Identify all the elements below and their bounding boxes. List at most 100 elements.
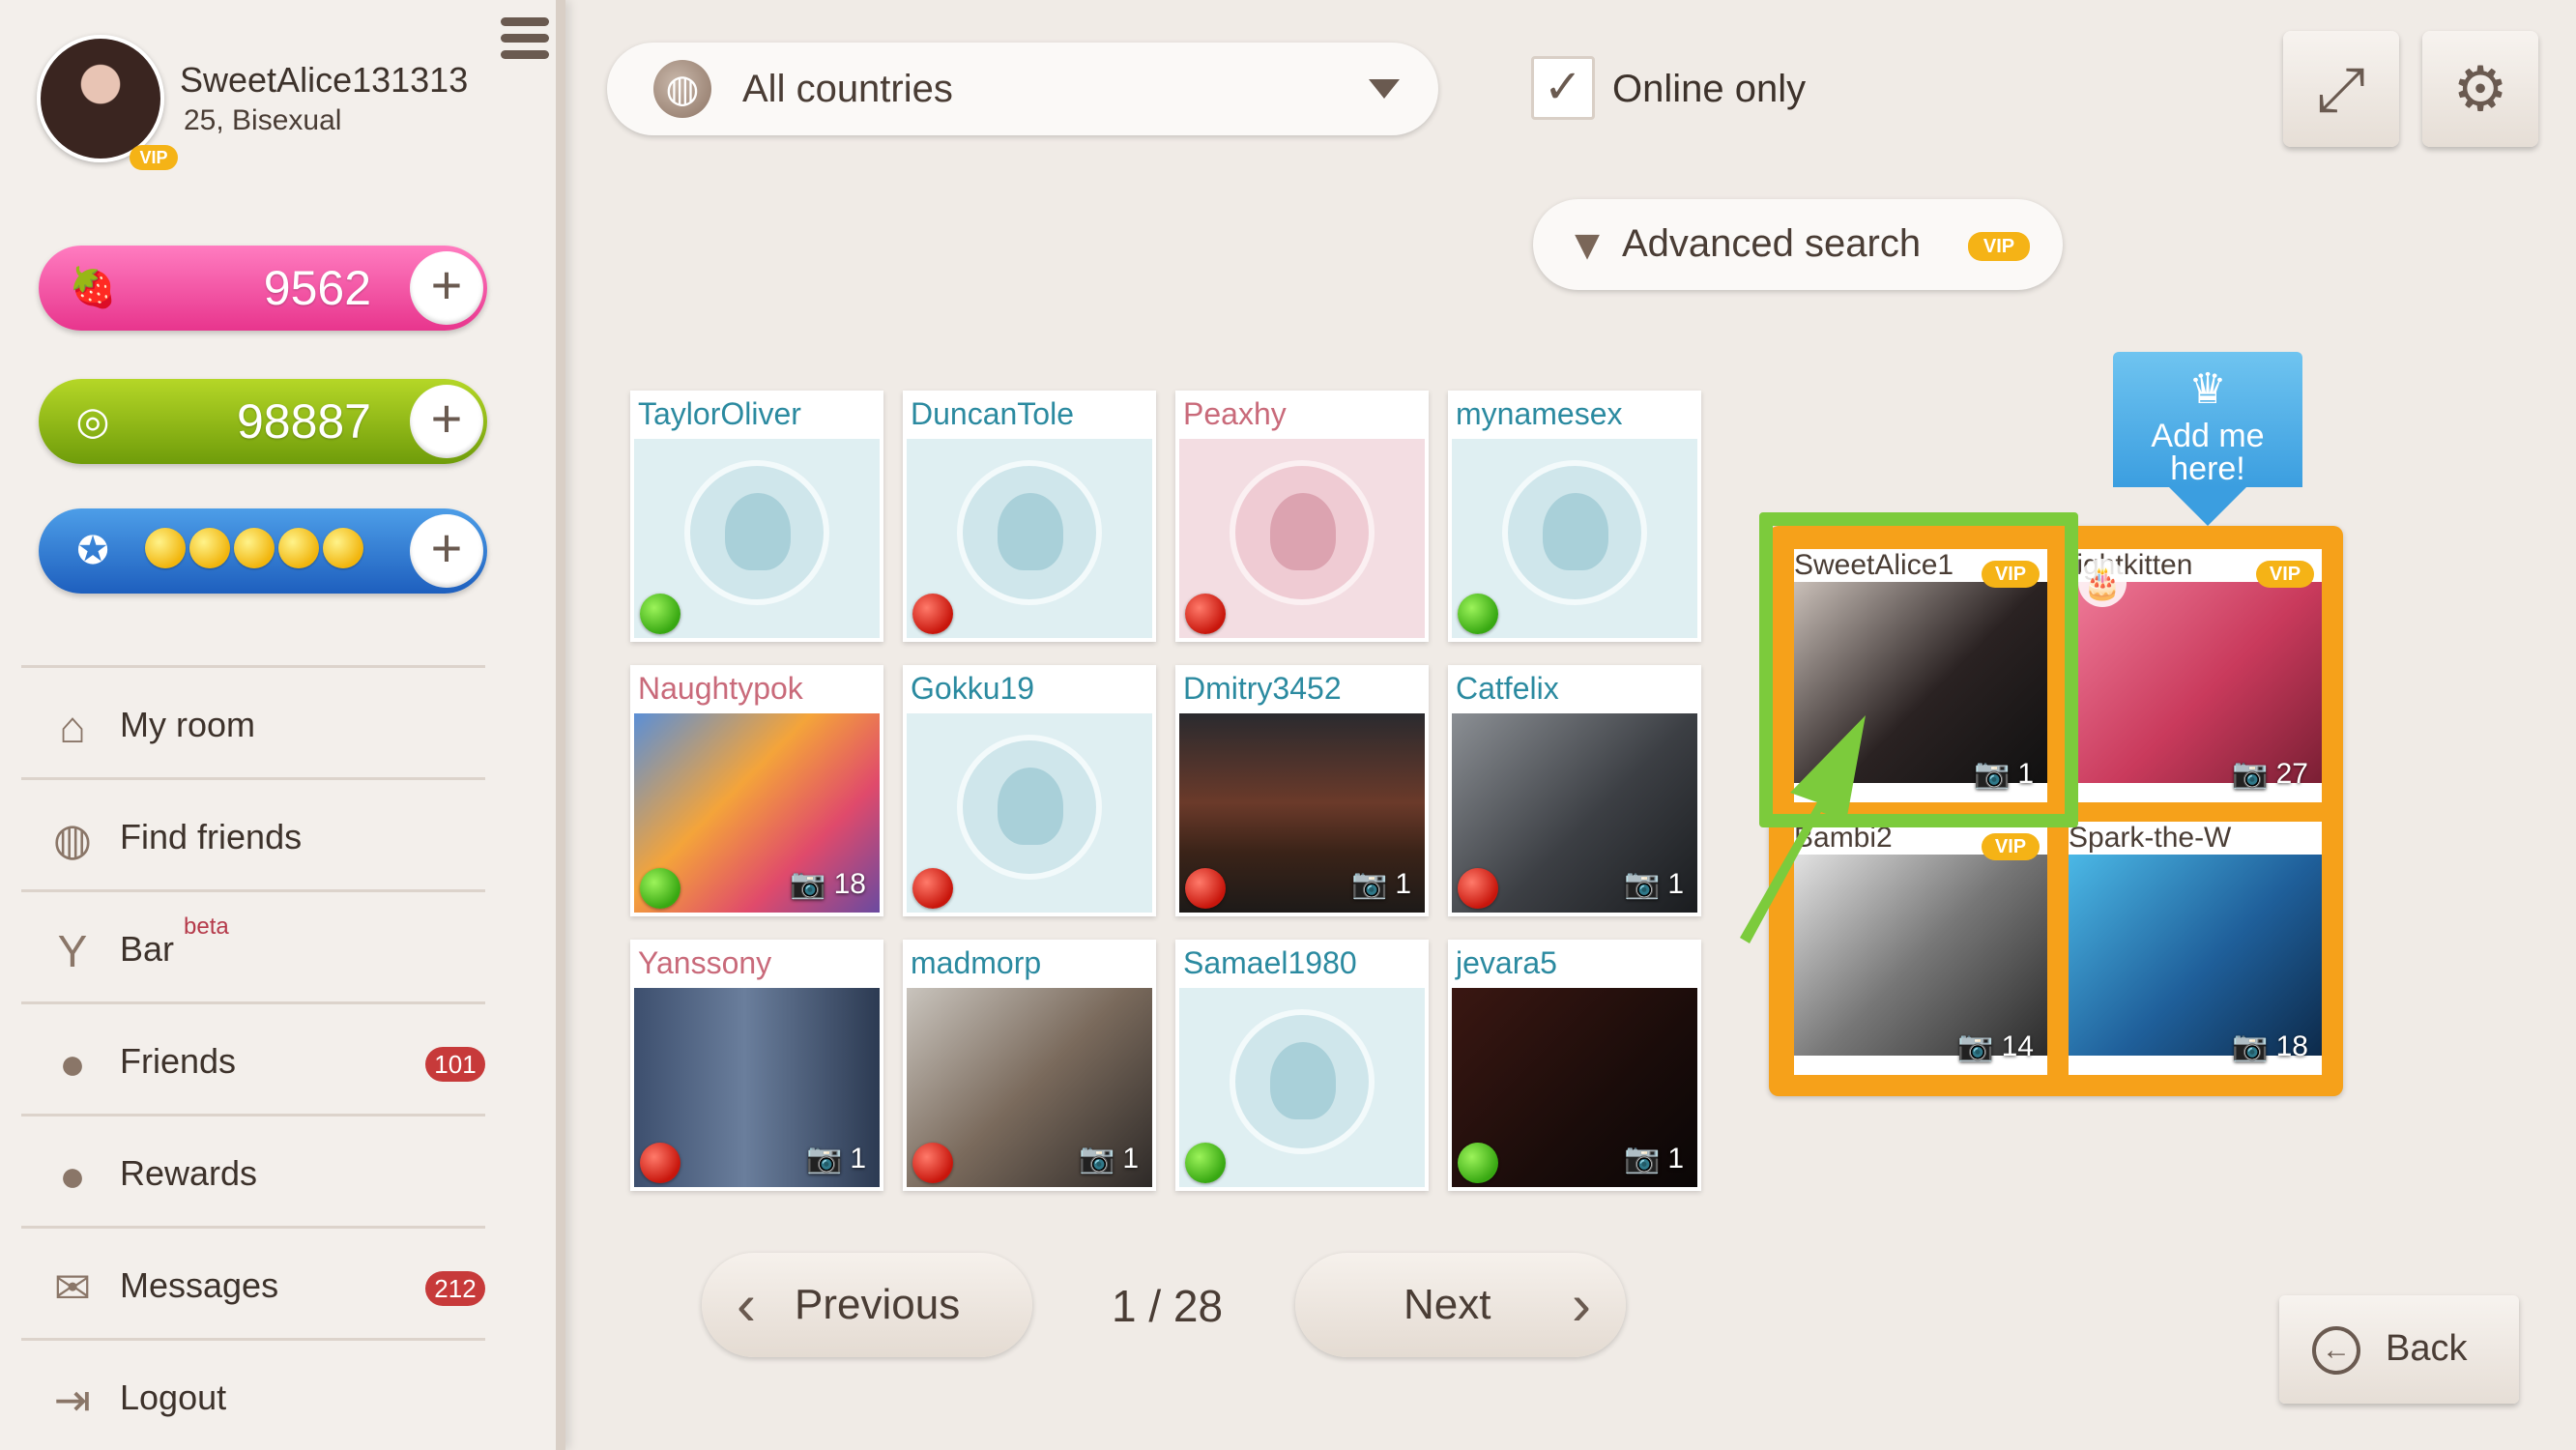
coin-balance: ◎ 98887 + [39,379,487,464]
user-card[interactable]: DuncanTole [903,391,1156,642]
silhouette-icon [957,460,1102,605]
previous-page-button[interactable]: ‹ Previous [702,1253,1032,1357]
nav-item-rewards[interactable]: ● Rewards [21,1114,485,1226]
nav-label: Rewards [120,1153,258,1193]
chevron-left-icon: ‹ [737,1272,756,1337]
user-card[interactable]: Peaxhy [1175,391,1429,642]
house-icon: ⌂ [59,702,86,752]
avatar-placeholder [1452,439,1697,638]
envelope-icon: ✉ [53,1262,92,1313]
nav-label: Friends [120,1041,237,1081]
previous-label: Previous [795,1281,961,1328]
next-label: Next [1404,1281,1491,1328]
user-grid: TaylorOliver DuncanTole Peaxhy mynamesex… [630,391,1703,1199]
online-only-label[interactable]: Online only [1612,68,1806,111]
nav-label: Logout [120,1378,227,1417]
featured-user-card[interactable]: tightkitten VIP 🎂 📷 27 [2069,549,2322,802]
photo-count: 📷 1 [1623,868,1684,900]
photo-count: 📷 14 [1957,1030,2034,1062]
avatar[interactable] [37,35,164,162]
photo-count: 📷 1 [1623,1143,1684,1174]
expand-icon: ⤢ [2316,54,2366,124]
nav-label: Find friends [120,817,303,856]
advanced-search-label: Advanced search [1622,222,1922,265]
add-strawberries-button[interactable]: + [410,251,483,325]
user-card[interactable]: TaylorOliver [630,391,883,642]
online-status-icon [1185,1143,1226,1183]
back-arrow-icon: ← [2312,1326,2360,1375]
vip-badge: VIP [2256,561,2314,588]
camera-icon: 📷 [790,868,826,900]
add-me-here-button[interactable]: ♛ Add me here! [2113,352,2302,526]
user-card[interactable]: madmorp 📷 1 [903,940,1156,1191]
user-photo: 📷 1 [634,988,880,1187]
silhouette-icon [684,460,829,605]
user-card[interactable]: jevara5 📷 1 [1448,940,1701,1191]
next-page-button[interactable]: Next › [1295,1253,1626,1357]
nav-item-my-room[interactable]: ⌂ My room [21,665,485,777]
advanced-search-button[interactable]: ▼ Advanced search VIP [1533,199,2063,290]
user-card[interactable]: Samael1980 [1175,940,1429,1191]
offline-status-icon [912,868,953,909]
crown-icon: ♛ [2188,365,2227,413]
back-button[interactable]: ← Back [2279,1295,2519,1404]
user-photo: 📷 1 [1452,988,1697,1187]
add-me-label: Add me here! [2151,418,2265,487]
page-indicator: 1 / 28 [1112,1281,1224,1331]
user-card-name: Gokku19 [903,665,1156,713]
user-card[interactable]: Gokku19 [903,665,1156,916]
person-icon: ● [59,1038,86,1088]
user-card[interactable]: Dmitry3452 📷 1 [1175,665,1429,916]
vip-badge: VIP [130,145,178,170]
back-label: Back [2386,1328,2468,1369]
settings-button[interactable]: ⚙ [2422,31,2538,147]
nav-item-messages[interactable]: ✉ Messages 212 [21,1226,485,1338]
offline-status-icon [640,1143,680,1183]
offline-status-icon [912,594,953,634]
photo-count: 📷 1 [1078,1143,1139,1174]
camera-icon: 📷 [1078,1143,1115,1174]
online-only-checkbox[interactable]: ✓ [1531,56,1595,120]
avatar-placeholder [634,439,880,638]
chevron-right-icon: › [1572,1272,1591,1337]
silhouette-icon [957,735,1102,880]
user-card-name: TaylorOliver [630,391,883,439]
featured-user-card[interactable]: Spark-the-W 📷 18 [2069,822,2322,1075]
camera-icon: 📷 [2232,758,2269,790]
chevron-down-icon [1369,79,1400,99]
nav-item-friends[interactable]: ● Friends 101 [21,1001,485,1114]
hamburger-menu-icon[interactable] [501,17,549,68]
user-card-name: Dmitry3452 [1175,665,1429,713]
nav-item-logout[interactable]: ⇥ Logout [21,1338,485,1450]
filter-icon: ▼ [1566,221,1608,269]
photo-count: 📷 18 [2232,1030,2308,1062]
offline-status-icon [912,1143,953,1183]
offline-status-icon [1458,868,1498,909]
user-card-name: Naughtypok [630,665,883,713]
add-coins-button[interactable]: + [410,385,483,458]
friends-count-badge: 101 [425,1047,485,1082]
offline-status-icon [1185,594,1226,634]
user-photo: 📷 18 [2069,855,2322,1062]
rating-gear-icon: ✪ [76,530,109,572]
nav-item-bar[interactable]: Y Bar beta [21,889,485,1001]
user-card[interactable]: mynamesex [1448,391,1701,642]
nav-item-find-friends[interactable]: ◍ Find friends [21,777,485,889]
silhouette-icon [1502,460,1647,605]
user-photo: 📷 1 [1452,713,1697,913]
user-card[interactable]: Naughtypok 📷 18 [630,665,883,916]
camera-icon: 📷 [1350,868,1388,900]
add-rating-button[interactable]: + [410,514,483,588]
user-profile[interactable]: VIP SweetAlice131313 25, Bisexual [37,35,539,170]
avatar-placeholder [1179,439,1425,638]
country-select-value: All countries [742,68,953,110]
user-card-name: Spark-the-W [2069,822,2232,854]
fullscreen-button[interactable]: ⤢ [2283,31,2399,147]
nav-label: Messages [120,1265,279,1305]
country-select[interactable]: ◍ All countries [607,43,1438,135]
user-card[interactable]: Yanssony 📷 1 [630,940,883,1191]
user-card-name: DuncanTole [903,391,1156,439]
user-card-name: Samael1980 [1175,940,1429,988]
strawberry-balance: 🍓 9562 + [39,246,487,331]
user-card[interactable]: Catfelix 📷 1 [1448,665,1701,916]
